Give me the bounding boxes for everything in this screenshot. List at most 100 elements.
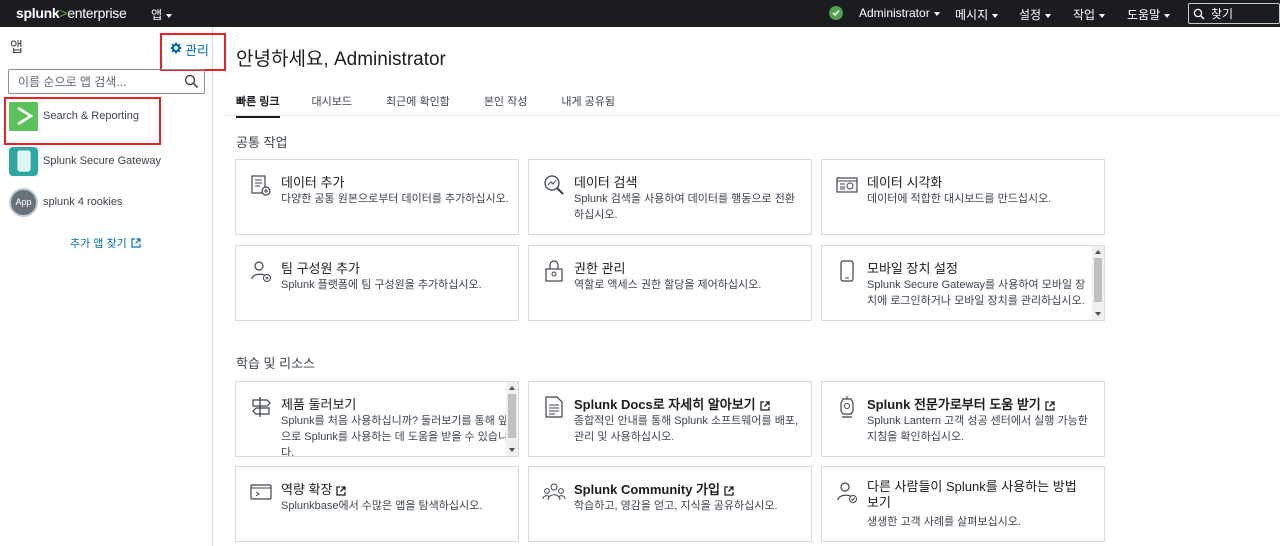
lantern-icon: [840, 396, 854, 418]
external-link-icon: [336, 485, 347, 496]
card-splunk-docs[interactable]: Splunk Docs로 자세히 알아보기 종합적인 안내를 통해 Splunk…: [528, 381, 812, 457]
user-menu-label: Administrator: [859, 6, 930, 20]
card-description: Splunk Lantern 고객 성공 센터에서 실행 가능한 지침을 확인하…: [867, 415, 1088, 443]
app-label: Splunk Secure Gateway: [43, 155, 162, 167]
card-customer-stories[interactable]: 다른 사람들이 Splunk를 사용하는 방법 보기 생생한 고객 사례를 살펴…: [821, 466, 1105, 542]
card-add-team-member[interactable]: 팀 구성원 추가 Splunk 플랫폼에 팀 구성원을 추가하십시오.: [235, 245, 519, 321]
find-more-apps-label: 추가 앱 찾기: [70, 238, 127, 250]
card-title-link[interactable]: 다른 사람들이 Splunk를 사용하는 방법 보기: [867, 479, 1092, 511]
messages-menu-label: 메시지: [955, 8, 989, 22]
card-title: 데이터 추가: [281, 175, 345, 190]
search-data-icon: [544, 175, 564, 195]
chevron-down-icon: [1045, 13, 1052, 18]
logo-brand: splunk: [16, 5, 60, 21]
card-title: Splunk Docs로 자세히 알아보기: [574, 397, 756, 412]
splunkbase-icon: [250, 484, 272, 500]
tab-divider: [223, 115, 1280, 116]
card-title: 권한 관리: [574, 261, 626, 276]
gear-icon: [170, 42, 182, 54]
card-title-link[interactable]: Splunk 전문가로부터 도움 받기: [867, 394, 1055, 413]
card-title: 역량 확장: [281, 482, 333, 497]
community-icon: [542, 483, 566, 501]
card-product-tour[interactable]: 제품 둘러보기 Splunk를 처음 사용하십니까? 둘러보기를 통해 앞으로 …: [235, 381, 519, 457]
search-icon: [1193, 8, 1205, 20]
common-tasks-title: 공통 작업: [236, 135, 288, 150]
splunk-logo[interactable]: splunk>enterprise: [16, 5, 127, 21]
lock-icon: [545, 260, 563, 282]
app-item-search-reporting[interactable]: Search & Reporting: [0, 97, 212, 145]
find-more-apps-link[interactable]: 추가 앱 찾기: [70, 235, 141, 251]
visualize-icon: [836, 177, 858, 193]
activity-menu[interactable]: 작업: [1073, 6, 1106, 23]
chevron-down-icon: [1099, 13, 1106, 18]
card-description: Splunkbase에서 수많은 앱을 탐색하십시오.: [281, 500, 483, 512]
settings-menu[interactable]: 설정: [1019, 6, 1052, 23]
page-title: 안녕하세요, Administrator: [236, 49, 446, 70]
app-sidebar: 앱 관리 이름 순으로 앱 검색... Search & Reporting S…: [0, 27, 226, 546]
mobile-icon: [840, 260, 854, 282]
learning-resources-title: 학습 및 리소스: [236, 356, 315, 371]
card-title-link[interactable]: Splunk Community 가입: [574, 479, 734, 498]
card-description: 생생한 고객 사례를 살펴보십시오.: [867, 516, 1021, 528]
card-description: 역할로 액세스 권한 할당을 제어하십시오.: [574, 279, 762, 291]
external-link-icon: [724, 485, 734, 496]
external-link-icon: [759, 400, 770, 411]
card-title-link[interactable]: 역량 확장: [281, 479, 347, 498]
document-icon: [545, 396, 563, 418]
chevron-down-icon: [1164, 13, 1171, 18]
card-title: 데이터 시각화: [867, 175, 943, 190]
chevron-down-icon: [933, 11, 940, 16]
chevron-down-icon: [166, 13, 173, 18]
signpost-icon: [252, 397, 271, 417]
card-title: Splunk Community 가입: [574, 482, 720, 497]
secure-gateway-icon: [9, 146, 38, 176]
manage-apps-label: 관리: [185, 43, 209, 58]
user-menu[interactable]: Administrator: [859, 6, 940, 20]
help-menu-label: 도움말: [1127, 8, 1161, 22]
card-add-data[interactable]: 데이터 추가 다양한 공통 원본으로부터 데이터를 추가하십시오.: [235, 159, 519, 235]
card-title: 모바일 장치 설정: [867, 261, 958, 276]
add-data-icon: [251, 175, 271, 196]
app-label: splunk 4 rookies: [43, 196, 123, 208]
top-nav-bar: splunk>enterprise 앱 Administrator 메시지 설정…: [0, 0, 1280, 27]
app-item-secure-gateway[interactable]: Splunk Secure Gateway: [0, 142, 212, 180]
chevron-down-icon: [992, 13, 999, 18]
main-content: 안녕하세요, Administrator 빠른 링크 대시보드 최근에 확인함 …: [213, 27, 1280, 546]
global-search-placeholder: 찾기: [1211, 7, 1234, 21]
card-mobile-setup[interactable]: 모바일 장치 설정 Splunk Secure Gateway를 사용하여 모바…: [821, 245, 1105, 321]
health-status-icon[interactable]: [829, 6, 843, 20]
search-icon: [184, 74, 199, 89]
card-title: 제품 둘러보기: [281, 397, 357, 412]
highlight-box: [4, 97, 161, 145]
card-manage-permissions[interactable]: 권한 관리 역할로 액세스 권한 할당을 제어하십시오.: [528, 245, 812, 321]
card-title: 다른 사람들이 Splunk를 사용하는 방법 보기: [867, 479, 1077, 510]
apps-menu[interactable]: 앱: [151, 6, 173, 23]
card-description: Splunk 플랫폼에 팀 구성원을 추가하십시오.: [281, 279, 482, 291]
app-item-splunk-4-rookies[interactable]: App splunk 4 rookies: [0, 183, 212, 221]
help-menu[interactable]: 도움말: [1127, 6, 1171, 23]
apps-menu-label: 앱: [151, 8, 163, 22]
app-search-input[interactable]: 이름 순으로 앱 검색...: [8, 69, 205, 94]
card-title-link[interactable]: Splunk Docs로 자세히 알아보기: [574, 394, 770, 413]
card-search-data[interactable]: 데이터 검색 Splunk 검색을 사용하여 데이터를 행동으로 전환하십시오.: [528, 159, 812, 235]
card-title: 데이터 검색: [574, 175, 638, 190]
card-visualize-data[interactable]: 데이터 시각화 데이터에 적합한 대시보드를 만드십시오.: [821, 159, 1105, 235]
settings-menu-label: 설정: [1019, 8, 1042, 22]
customer-icon: [837, 482, 857, 503]
activity-menu-label: 작업: [1073, 8, 1096, 22]
sidebar-title: 앱: [10, 39, 23, 55]
card-scrollbar[interactable]: [1092, 246, 1104, 320]
card-description: 데이터에 적합한 대시보드를 만드십시오.: [867, 193, 1052, 205]
external-link-icon: [1045, 400, 1055, 411]
card-description: 학습하고, 영감을 얻고, 지식을 공유하십시오.: [574, 500, 778, 512]
messages-menu[interactable]: 메시지: [955, 6, 999, 23]
generic-app-icon: App: [9, 187, 38, 217]
card-description: Splunk Secure Gateway를 사용하여 모바일 장치에 로그인하…: [867, 279, 1086, 307]
card-expand-capabilities[interactable]: 역량 확장 Splunkbase에서 수많은 앱을 탐색하십시오.: [235, 466, 519, 542]
card-description: 다양한 공통 원본으로부터 데이터를 추가하십시오.: [281, 193, 509, 205]
card-scrollbar[interactable]: [506, 382, 518, 456]
global-search-input[interactable]: 찾기: [1188, 3, 1280, 24]
card-expert-help[interactable]: Splunk 전문가로부터 도움 받기 Splunk Lantern 고객 성공…: [821, 381, 1105, 457]
card-description: Splunk 검색을 사용하여 데이터를 행동으로 전환하십시오.: [574, 193, 795, 221]
card-community[interactable]: Splunk Community 가입 학습하고, 영감을 얻고, 지식을 공유…: [528, 466, 812, 542]
